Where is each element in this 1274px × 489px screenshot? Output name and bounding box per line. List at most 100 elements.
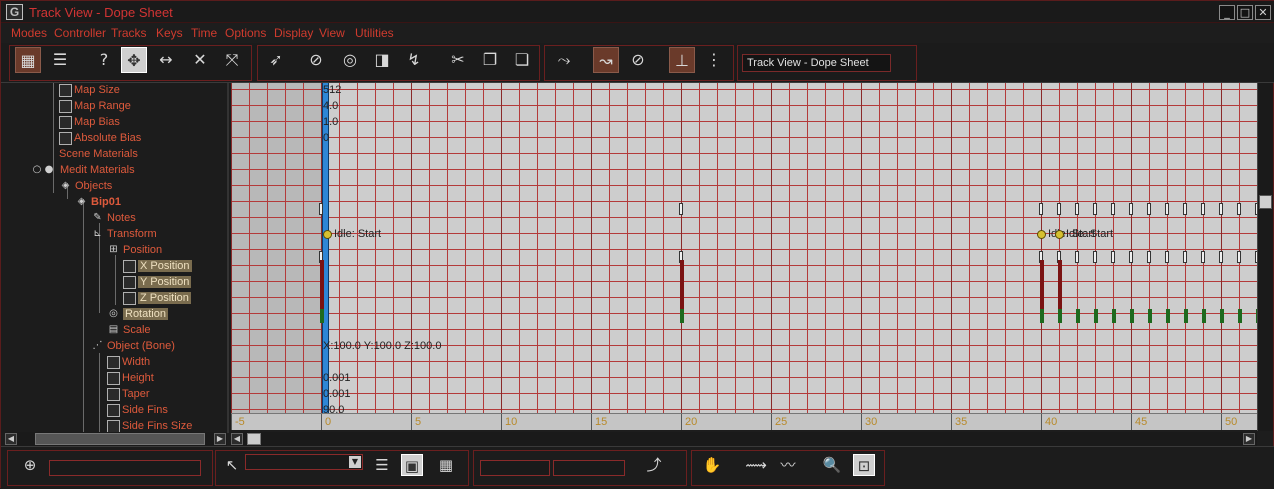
rotation-key-marker[interactable] <box>1040 309 1044 323</box>
menu-display[interactable]: Display <box>274 26 313 40</box>
track-checkbox-icon[interactable] <box>107 419 120 433</box>
vertical-scroll-thumb[interactable] <box>1259 195 1272 209</box>
key-marker[interactable] <box>1111 251 1115 263</box>
tree-item[interactable]: ◎ Rotation <box>107 307 168 323</box>
menu-tracks[interactable]: Tracks <box>111 26 147 40</box>
close-button[interactable]: ✕ <box>1255 5 1271 20</box>
rotation-key-marker[interactable] <box>1094 309 1098 323</box>
select-time-icon[interactable]: ↯ <box>401 47 427 73</box>
tree-horizontal-scrollbar[interactable]: ◀ ▶ <box>5 432 227 446</box>
tree-item[interactable]: ✎ Notes <box>91 211 135 227</box>
key-marker[interactable] <box>1201 251 1205 263</box>
tree-item[interactable]: Scene Materials <box>59 147 138 163</box>
rotation-key-marker[interactable] <box>1166 309 1170 323</box>
key-marker[interactable] <box>1075 203 1079 215</box>
tree-item[interactable]: ▤ Scale <box>107 323 151 339</box>
menu-utilities[interactable]: Utilities <box>355 26 394 40</box>
track-checkbox-icon[interactable] <box>59 131 72 145</box>
tree-item[interactable]: Map Bias <box>59 115 120 131</box>
filters-icon[interactable]: ? <box>91 47 117 73</box>
tree-item[interactable]: Absolute Bias <box>59 131 141 147</box>
status-field-1[interactable] <box>49 460 201 476</box>
grid-scroll-left-icon[interactable]: ◀ <box>231 433 243 445</box>
rotation-key-marker[interactable] <box>1238 309 1242 323</box>
cut-icon[interactable]: ✂ <box>445 47 471 73</box>
tree-item[interactable]: Side Fins Size <box>107 419 192 433</box>
key-time-field[interactable] <box>480 460 550 476</box>
rotation-key-marker[interactable] <box>680 309 684 323</box>
minimize-button[interactable]: _ <box>1219 5 1235 20</box>
key-marker[interactable] <box>1111 203 1115 215</box>
track-checkbox-icon[interactable] <box>107 355 120 369</box>
rotation-key-marker[interactable] <box>1058 309 1062 323</box>
grid-view-icon[interactable]: ▦ <box>435 454 457 476</box>
view-name-field[interactable]: Track View - Dope Sheet <box>742 54 891 72</box>
hierarchy-icon[interactable]: ⊥ <box>669 47 695 73</box>
track-checkbox-icon[interactable] <box>59 99 72 113</box>
tree-item[interactable]: ⋰ Object (Bone) <box>91 339 175 355</box>
move-keys-icon[interactable]: ✥ <box>121 47 147 73</box>
tree-item[interactable]: Height <box>107 371 154 387</box>
key-marker[interactable] <box>1093 251 1097 263</box>
dropdown-arrow-icon[interactable]: ▼ <box>349 456 361 468</box>
scale-keys-icon[interactable]: ⤧ <box>219 47 245 73</box>
key-marker[interactable] <box>1147 203 1151 215</box>
zoom-region-icon[interactable]: ⊡ <box>853 454 875 476</box>
track-checkbox-icon[interactable] <box>107 371 120 385</box>
tree-item[interactable]: Map Range <box>59 99 131 115</box>
grid-scroll-thumb[interactable] <box>247 433 261 445</box>
pan-icon[interactable]: ✋ <box>701 454 723 476</box>
key-value-field[interactable] <box>553 460 625 476</box>
key-marker[interactable] <box>1129 203 1133 215</box>
track-checkbox-icon[interactable] <box>107 403 120 417</box>
key-marker[interactable] <box>1183 203 1187 215</box>
key-marker[interactable] <box>319 203 323 215</box>
app-icon[interactable]: G <box>6 4 23 20</box>
rotation-key-marker[interactable] <box>1202 309 1206 323</box>
zoom-horizontal-icon[interactable]: ⟿ <box>745 454 767 476</box>
time-ruler[interactable]: -5051015202530354045505 <box>231 413 1257 430</box>
vertical-scrollbar[interactable] <box>1257 83 1273 431</box>
insert-time-icon[interactable]: ⊘ <box>303 47 329 73</box>
tree-item[interactable]: Side Fins <box>107 403 168 419</box>
menu-modes[interactable]: Modes <box>11 26 47 40</box>
snap-frames-icon[interactable]: ↝ <box>593 47 619 73</box>
scroll-left-icon[interactable]: ◀ <box>5 433 17 445</box>
key-marker[interactable] <box>1165 251 1169 263</box>
tree-item[interactable]: ◈ Bip01 <box>75 195 121 211</box>
rotation-key-marker[interactable] <box>1076 309 1080 323</box>
tree-item[interactable]: ⊾ Transform <box>91 227 156 243</box>
tree-item[interactable]: Taper <box>107 387 150 403</box>
dope-sheet-grid[interactable]: 512 4.0 1.0 0 Idle: Start X:100.0 Y:100.0 Z:1… <box>231 83 1257 413</box>
edit-ranges-icon[interactable]: ☰ <box>47 47 73 73</box>
lock-selection-icon[interactable]: ⊘ <box>625 47 651 73</box>
menu-options[interactable]: Options <box>225 26 266 40</box>
zoom-value-icon[interactable]: 〰 <box>777 454 799 476</box>
track-checkbox-icon[interactable] <box>123 259 136 273</box>
menu-view[interactable]: View <box>319 26 345 40</box>
add-keys-icon[interactable]: ✕ <box>187 47 213 73</box>
grid-scroll-right-icon[interactable]: ▶ <box>1243 433 1255 445</box>
list-view-icon[interactable]: ☰ <box>371 454 393 476</box>
show-tangents-icon[interactable]: ⋮ <box>701 47 727 73</box>
tree-item[interactable]: ◈ Objects <box>59 179 113 195</box>
key-marker[interactable] <box>1237 251 1241 263</box>
menu-keys[interactable]: Keys <box>156 26 183 40</box>
key-marker[interactable] <box>1093 203 1097 215</box>
menu-controller[interactable]: Controller <box>54 26 106 40</box>
track-checkbox-icon[interactable] <box>123 275 136 289</box>
rotation-key-marker[interactable] <box>1148 309 1152 323</box>
key-marker[interactable] <box>1201 203 1205 215</box>
note-key-label[interactable]: Idle: Start <box>1055 228 1113 240</box>
edit-keys-icon[interactable]: ▦ <box>15 47 41 73</box>
tree-item[interactable]: Z Position <box>123 291 191 307</box>
key-marker[interactable] <box>679 203 683 215</box>
zoom-icon[interactable]: 🔍 <box>821 454 843 476</box>
tree-item[interactable]: Y Position <box>123 275 192 291</box>
rotation-key-marker[interactable] <box>1112 309 1116 323</box>
key-marker[interactable] <box>1183 251 1187 263</box>
track-checkbox-icon[interactable] <box>59 115 72 129</box>
grid-horizontal-scrollbar[interactable]: ◀ ▶ <box>231 432 1257 446</box>
track-checkbox-icon[interactable] <box>107 387 120 401</box>
tree-item[interactable]: ⊞ Position <box>107 243 162 259</box>
